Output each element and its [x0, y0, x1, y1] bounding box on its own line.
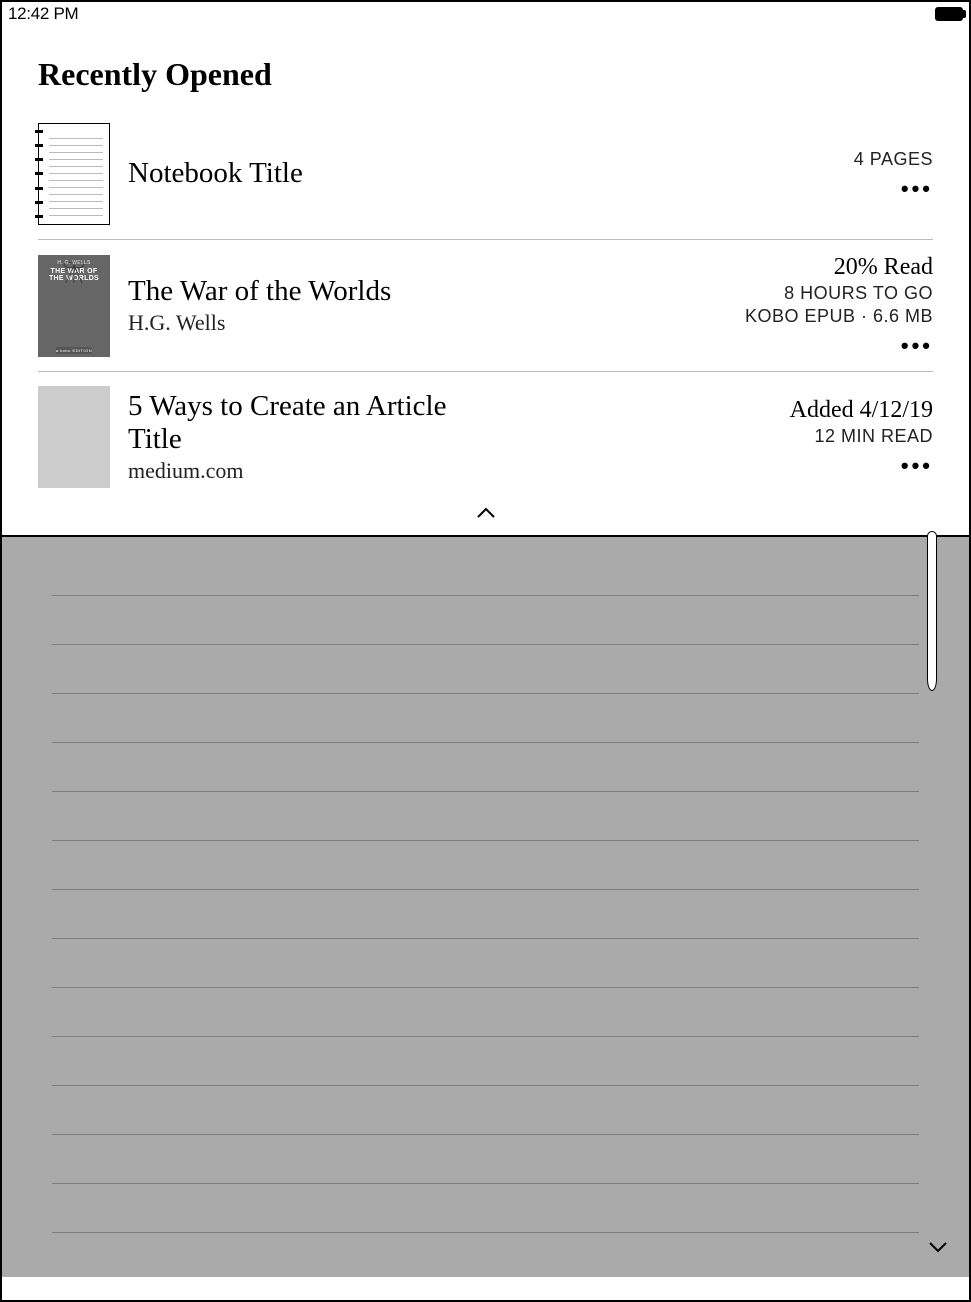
item-meta: Added 4/12/19 12 MIN READ •••: [790, 397, 933, 477]
notebook-thumbnail-icon: [38, 123, 110, 225]
item-meta-format: KOBO EPUB · 6.6 MB: [745, 306, 933, 327]
chevron-down-icon: [927, 1240, 949, 1254]
item-meta-progress: 20% Read: [834, 254, 933, 281]
more-options-icon[interactable]: •••: [901, 178, 933, 200]
cover-edition: a kobo EDITION: [56, 347, 92, 354]
item-title: The War of the Worlds: [128, 275, 727, 308]
recent-list: Notebook Title 4 PAGES ••• H.: [2, 109, 969, 502]
list-item[interactable]: H. G. WELLS THE WAR OF THE WORLDS a kobo…: [38, 240, 933, 372]
battery-icon: [935, 7, 963, 21]
expand-panel-button[interactable]: [927, 1240, 949, 1259]
item-subtitle: H.G. Wells: [128, 310, 727, 336]
item-title: Notebook Title: [128, 157, 836, 190]
more-options-icon[interactable]: •••: [901, 455, 933, 477]
stylus-icon: [927, 531, 937, 691]
chevron-up-icon: [475, 506, 497, 520]
ruled-lines-icon: [52, 547, 919, 1277]
item-meta-added: Added 4/12/19: [790, 397, 933, 424]
item-meta: 4 PAGES •••: [854, 149, 933, 200]
item-title: 5 Ways to Create an Article Title: [128, 390, 488, 457]
item-meta: 20% Read 8 HOURS TO GO KOBO EPUB · 6.6 M…: [745, 254, 933, 357]
item-text: Notebook Title: [128, 157, 836, 190]
status-time: 12:42 PM: [8, 4, 78, 24]
list-item[interactable]: Notebook Title 4 PAGES •••: [38, 109, 933, 240]
item-text: 5 Ways to Create an Article Title medium…: [128, 390, 772, 485]
collapse-panel-button[interactable]: [2, 502, 969, 525]
item-text: The War of the Worlds H.G. Wells: [128, 275, 727, 336]
notebook-canvas[interactable]: [2, 537, 969, 1277]
list-item[interactable]: 5 Ways to Create an Article Title medium…: [38, 372, 933, 502]
item-meta-pages: 4 PAGES: [854, 149, 933, 170]
section-title: Recently Opened: [2, 26, 969, 109]
book-cover-icon: H. G. WELLS THE WAR OF THE WORLDS a kobo…: [38, 255, 110, 357]
cover-author: H. G. WELLS: [49, 261, 99, 266]
status-bar: 12:42 PM: [2, 2, 969, 26]
more-options-icon[interactable]: •••: [901, 335, 933, 357]
recently-opened-panel: Recently Opened Notebook Title 4 PAGES •…: [2, 26, 969, 537]
item-meta-time: 8 HOURS TO GO: [784, 283, 933, 304]
item-subtitle: medium.com: [128, 458, 772, 484]
item-meta-readtime: 12 MIN READ: [814, 426, 933, 447]
article-thumbnail-icon: [38, 386, 110, 488]
